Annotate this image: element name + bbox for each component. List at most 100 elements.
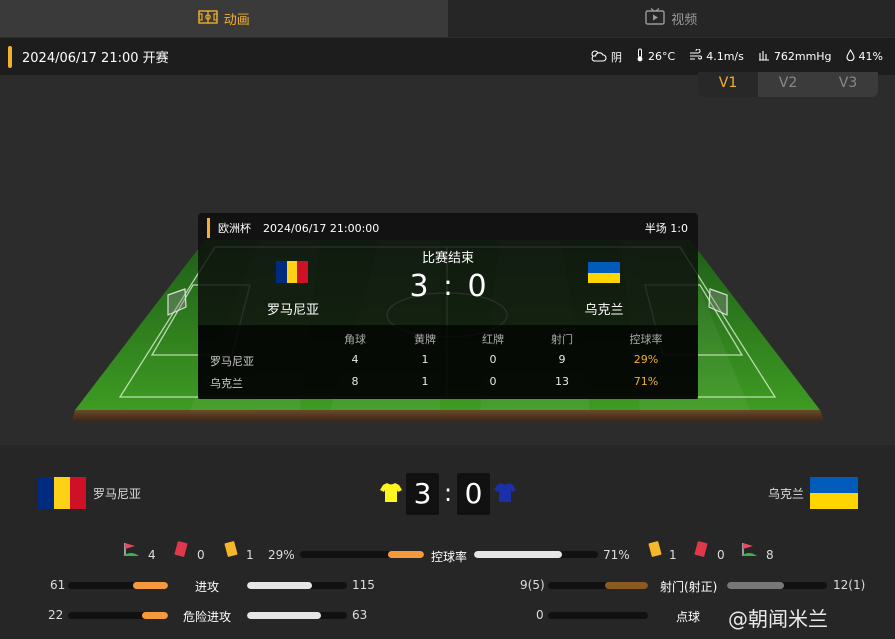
away-team-name: 乌克兰	[768, 487, 805, 501]
cell-red: 0	[489, 353, 497, 366]
away-corners: 8	[766, 548, 774, 562]
cell-yellow: 1	[421, 353, 429, 366]
dangerous-away-value: 63	[352, 608, 368, 622]
stats-table: 角球 黄牌 红牌 射门 控球率 罗马尼亚 4 1 0 9 29% 乌克兰 8 1…	[198, 325, 698, 399]
home-corners: 4	[148, 548, 156, 562]
humidity: 41%	[845, 48, 883, 64]
possession-home-fill	[388, 551, 424, 558]
match-status: 比赛结束	[421, 251, 474, 266]
dangerous-label: 危险进攻	[183, 610, 232, 624]
ukraine-flag-icon	[810, 477, 858, 509]
droplet-icon	[845, 48, 855, 64]
home-red-cards: 0	[197, 548, 205, 562]
cloud-sun-icon	[589, 49, 607, 65]
weather-condition: 阴	[589, 49, 622, 65]
possession-away-bar	[474, 551, 598, 558]
away-team-name: 乌克兰	[584, 303, 624, 318]
away-red-cards: 0	[717, 548, 725, 562]
cell-red: 0	[489, 375, 497, 388]
header-corners: 角球	[344, 333, 366, 346]
possession-label: 控球率	[431, 550, 468, 564]
score-separator: :	[443, 479, 453, 507]
accent-marker	[207, 218, 210, 238]
dangerous-away-fill	[247, 612, 321, 619]
view-v3-button[interactable]: V3	[818, 72, 878, 97]
dangerous-home-bar	[68, 612, 168, 619]
tv-icon	[645, 8, 665, 29]
air-pressure: 762mmHg	[758, 49, 832, 64]
dangerous-home-fill	[142, 612, 168, 619]
possession-away-fill	[474, 551, 563, 558]
tab-video[interactable]: 视频	[447, 0, 895, 37]
pitch-icon	[198, 9, 218, 28]
card-header: 欧洲杯 2024/06/17 21:00:00 半场 1:0	[198, 213, 698, 243]
tab-video-label: 视频	[671, 13, 698, 28]
attack-away-value: 115	[352, 578, 375, 592]
pressure-icon	[758, 49, 770, 64]
corner-flag-icon	[123, 542, 139, 561]
wind-icon	[689, 48, 703, 64]
watermark: @朝闻米兰	[728, 607, 828, 631]
ukraine-flag-icon	[588, 262, 620, 283]
competition-name: 欧洲杯	[218, 222, 251, 235]
cell-shots: 13	[555, 375, 569, 388]
stats-panel: 罗马尼亚 乌克兰 3 : 0 4 0 1 1 0 8 29% 控球率 71% 6…	[0, 445, 895, 639]
away-score: 0	[467, 269, 487, 304]
romania-flag-icon	[38, 477, 86, 509]
home-jersey-icon	[380, 481, 402, 507]
shots-away-bar	[727, 582, 827, 589]
header-shots: 射门	[551, 333, 573, 346]
yellow-card-icon	[224, 541, 238, 562]
romania-flag-icon	[276, 261, 308, 283]
cell-yellow: 1	[421, 375, 429, 388]
cell-corners: 8	[351, 375, 359, 388]
red-card-icon	[694, 541, 708, 562]
home-score: 3	[406, 473, 439, 515]
header-red: 红牌	[482, 333, 504, 346]
home-score: 3	[409, 269, 429, 304]
away-yellow-cards: 1	[669, 548, 677, 562]
tab-animation-label: 动画	[223, 13, 250, 28]
match-info-bar: 2024/06/17 21:00 开赛 阴 26°C 4.1m/s 762mmH…	[0, 38, 895, 75]
thermometer-icon	[636, 48, 644, 65]
stats-header-row: 角球 黄牌 红牌 射门 控球率	[198, 331, 698, 351]
header-possession: 控球率	[629, 333, 663, 346]
tab-animation[interactable]: 动画	[0, 0, 448, 37]
away-jersey-icon	[494, 481, 516, 507]
accent-marker	[8, 45, 12, 68]
shots-away-fill	[727, 582, 784, 589]
view-v2-button[interactable]: V2	[758, 72, 818, 97]
shots-away-value: 12(1)	[833, 578, 866, 592]
stats-row-home: 罗马尼亚 4 1 0 9 29%	[198, 353, 698, 373]
cell-possession: 29%	[633, 353, 659, 366]
row-team: 罗马尼亚	[210, 355, 254, 368]
penalty-home-value: 0	[536, 608, 544, 622]
home-yellow-cards: 1	[246, 548, 254, 562]
cell-corners: 4	[351, 353, 359, 366]
possession-home-value: 29%	[268, 548, 295, 562]
attack-label: 进攻	[195, 580, 220, 594]
attack-home-bar	[68, 582, 168, 589]
penalty-label: 点球	[676, 610, 701, 624]
row-team: 乌克兰	[210, 377, 243, 390]
top-tabs: 动画 视频	[0, 0, 895, 37]
match-datetime: 2024/06/17 21:00:00	[263, 221, 380, 235]
header-yellow: 黄牌	[414, 333, 436, 346]
view-v1-button[interactable]: V1	[698, 72, 758, 97]
score-separator: :	[443, 269, 453, 302]
attack-home-value: 61	[50, 578, 66, 592]
view-switch: V1 V2 V3	[698, 72, 878, 97]
penalty-home-bar	[548, 612, 648, 619]
kickoff-time: 2024/06/17 21:00 开赛	[22, 51, 169, 66]
temperature: 26°C	[636, 48, 675, 65]
red-card-icon	[174, 541, 188, 562]
stats-row-away: 乌克兰 8 1 0 13 71%	[198, 375, 698, 395]
shots-home-bar	[548, 582, 648, 589]
possession-home-bar	[300, 551, 424, 558]
dangerous-away-bar	[247, 612, 347, 619]
cell-possession: 71%	[633, 375, 659, 388]
attack-away-bar	[247, 582, 347, 589]
shots-home-value: 9(5)	[520, 578, 545, 592]
weather-info: 阴 26°C 4.1m/s 762mmHg 41%	[589, 38, 883, 75]
corner-flag-icon	[741, 542, 757, 561]
